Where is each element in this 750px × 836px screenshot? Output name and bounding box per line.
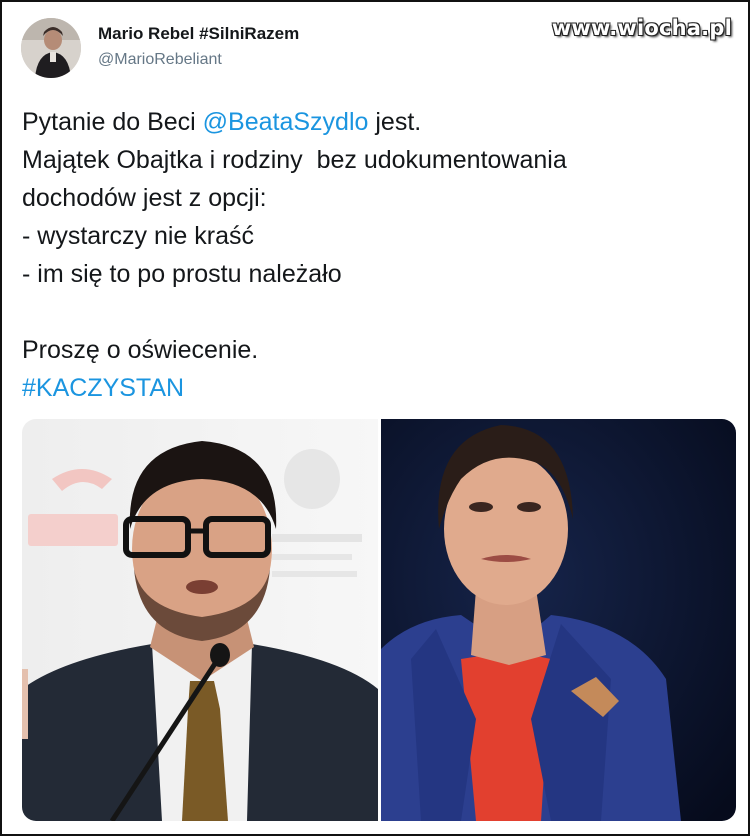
tweet-media[interactable] (22, 419, 736, 821)
hashtag-link[interactable]: #KACZYSTAN (22, 369, 732, 407)
tweet-line-6: Proszę o oświecenie. (22, 336, 259, 364)
photo-man-at-microphone[interactable] (22, 419, 378, 821)
author-display-name[interactable]: Mario Rebel #SilniRazem (98, 24, 299, 44)
paragraph-break (22, 293, 732, 331)
tweet-line-1: Pytanie do Beci @BeataSzydlo jest. (22, 103, 732, 141)
tweet-text-segment: jest. (368, 108, 422, 136)
tweet-text: Pytanie do Beci @BeataSzydlo jest. Mająt… (22, 103, 732, 407)
tweet-line-4: - wystarczy nie kraść (22, 222, 254, 250)
author-handle[interactable]: @MarioRebeliant (98, 51, 222, 69)
tweet-line-3: dochodów jest z opcji: (22, 184, 267, 212)
tweet-line-5: - im się to po prostu należało (22, 260, 342, 288)
mention-link[interactable]: @BeataSzydlo (203, 108, 369, 136)
watermark-text: www.wiocha.pl (551, 16, 732, 40)
screenshot-frame: Mario Rebel #SilniRazem @MarioRebeliant … (0, 0, 750, 836)
photo-woman-blue-jacket[interactable] (381, 419, 736, 821)
user-avatar-icon (21, 18, 81, 78)
tweet-text-segment: Pytanie do Beci (22, 108, 203, 136)
author-avatar[interactable] (21, 18, 81, 78)
tweet-line-2: Majątek Obajtka i rodziny bez udokumento… (22, 146, 567, 174)
